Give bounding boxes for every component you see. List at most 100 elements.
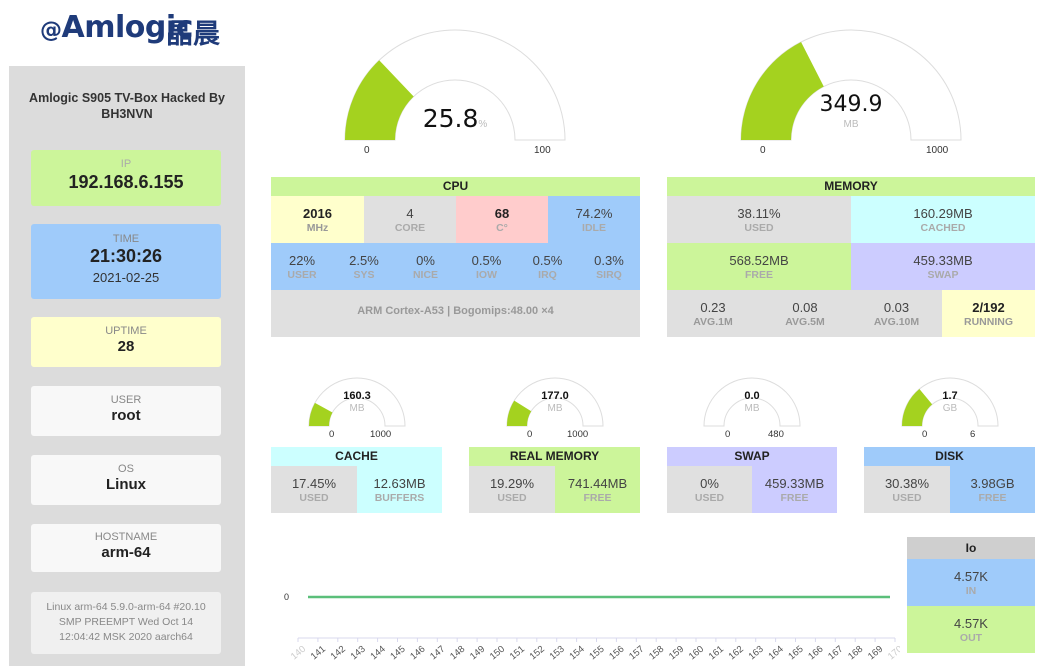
real-memory-panel: REAL MEMORY 19.29% USED 741.44MB FREE	[469, 447, 640, 513]
memory-free: 568.52MB FREE	[667, 243, 851, 290]
cpu-gauge	[344, 29, 566, 141]
user-value: root	[111, 407, 141, 424]
x-tick-label: 163	[747, 644, 766, 663]
cache-used: 17.45% USED	[271, 466, 357, 513]
disk-gauge-value: 1.7 GB	[942, 390, 958, 414]
uptime-label: UPTIME	[105, 325, 147, 337]
disk-gauge-min: 0	[922, 429, 928, 440]
io-out: 4.57K OUT	[907, 606, 1035, 653]
x-tick-label: 140	[289, 644, 308, 663]
y-tick-label: 0	[284, 592, 289, 602]
real-memory-header: REAL MEMORY	[469, 447, 640, 466]
x-tick-label: 151	[508, 644, 527, 663]
real-memory-used: 19.29% USED	[469, 466, 555, 513]
x-tick-label: 147	[428, 644, 447, 663]
cpu-user: 22% USER	[287, 253, 317, 281]
x-tick-label: 142	[329, 644, 348, 663]
kernel-card: Linux arm-64 5.9.0-arm-64 #20.10 SMP PRE…	[31, 592, 221, 654]
cpu-iow: 0.5% IOW	[471, 253, 502, 281]
real-memory-gauge-value: 177.0 MB	[541, 390, 569, 414]
disk-used: 30.38% USED	[864, 466, 950, 513]
disk-gauge-max: 6	[970, 429, 976, 440]
io-line-chart: 0 140 141 142 143 144 145 146 147 148 149 150 151 152…	[284, 592, 900, 663]
swap-panel: SWAP 0% USED 459.33MB FREE	[667, 447, 837, 513]
memory-gauge-min: 0	[760, 145, 766, 156]
os-card: OS Linux	[31, 455, 221, 505]
x-tick-label: 156	[607, 644, 626, 663]
logo-at: @	[40, 18, 62, 43]
memory-swap: 459.33MB SWAP	[851, 243, 1035, 290]
x-tick-label: 141	[309, 644, 328, 663]
cpu-gauge-min: 0	[364, 145, 370, 156]
os-value: Linux	[106, 476, 146, 493]
x-tick-label: 149	[468, 644, 487, 663]
x-tick-label: 159	[667, 644, 686, 663]
user-card: USER root	[31, 386, 221, 436]
cache-buffers: 12.63MB BUFFERS	[357, 466, 442, 513]
cache-panel: CACHE 17.45% USED 12.63MB BUFFERS	[271, 447, 442, 513]
x-tick-label: 153	[548, 644, 567, 663]
x-tick-label: 155	[587, 644, 606, 663]
load-avg-1m: 0.23 AVG.1M	[693, 300, 733, 328]
memory-used: 38.11% USED	[667, 196, 851, 243]
cpu-gauge-value: 25.8%	[422, 104, 488, 133]
uptime-card: UPTIME 28	[31, 317, 221, 367]
x-tick-label: 162	[727, 644, 746, 663]
user-label: USER	[110, 394, 142, 406]
x-tick-label: 157	[627, 644, 646, 663]
x-tick-label: 168	[846, 644, 865, 663]
x-tick-label: 158	[647, 644, 666, 663]
io-in: 4.57K IN	[907, 559, 1035, 606]
real-memory-free: 741.44MB FREE	[555, 466, 640, 513]
disk-panel: DISK 30.38% USED 3.98GB FREE	[864, 447, 1035, 513]
sidebar: Amlogic S905 TV-Box Hacked By BH3NVN IP …	[9, 66, 245, 666]
cache-header: CACHE	[271, 447, 442, 466]
real-memory-gauge-max: 1000	[567, 429, 589, 440]
device-title: Amlogic S905 TV-Box Hacked By BH3NVN	[29, 91, 225, 121]
time-value: 21:30:26	[89, 246, 163, 266]
ip-label: IP	[120, 158, 132, 170]
cpu-cores: 4 CORE	[364, 196, 456, 243]
cpu-gauge-max: 100	[534, 145, 551, 156]
load-avg-5m: 0.08 AVG.5M	[785, 300, 825, 328]
memory-gauge-max: 1000	[926, 145, 949, 156]
cpu-header: CPU	[271, 177, 640, 196]
x-tick-label: 170	[886, 644, 900, 663]
x-tick-label: 152	[528, 644, 547, 663]
running-procs: 2/192 RUNNING	[942, 290, 1035, 337]
time-label: TIME	[112, 233, 140, 245]
load-avg-10m: 0.03 AVG.10M	[873, 300, 920, 328]
cpu-idle: 74.2% IDLE	[548, 196, 640, 243]
cpu-irq: 0.5% IRQ	[532, 253, 563, 281]
x-tick-label: 164	[766, 644, 785, 663]
cpu-sirq: 0.3% SIRQ	[594, 253, 624, 281]
os-label: OS	[118, 463, 134, 475]
hostname-value: arm-64	[101, 544, 151, 561]
cpu-panel: CPU 2016 MHz 4 CORE 68 C° 74.2% IDLE 22%…	[271, 177, 640, 337]
date-value: 2021-02-25	[92, 270, 160, 285]
memory-header: MEMORY	[667, 177, 1035, 196]
x-tick-label: 150	[488, 644, 507, 663]
logo-chinese: 晶晨	[166, 19, 220, 50]
cpu-sys: 2.5% SYS	[349, 253, 379, 281]
x-tick-label: 161	[707, 644, 726, 663]
real-memory-gauge-min: 0	[527, 429, 533, 440]
swap-gauge-max: 480	[768, 429, 784, 440]
time-card: TIME 21:30:26 2021-02-25	[31, 224, 221, 299]
x-tick-label: 143	[349, 644, 368, 663]
hostname-label: HOSTNAME	[94, 531, 158, 543]
disk-header: DISK	[864, 447, 1035, 466]
x-tick-label: 148	[448, 644, 467, 663]
swap-used: 0% USED	[667, 466, 752, 513]
x-tick-label: 160	[687, 644, 706, 663]
swap-gauge-value: 0.0 MB	[744, 390, 760, 414]
x-tick-label: 154	[567, 644, 586, 663]
cache-gauge-value: 160.3 MB	[343, 390, 371, 414]
cpu-model: ARM Cortex-A53 | Bogomips:48.00 ×4	[271, 290, 640, 337]
swap-header: SWAP	[667, 447, 837, 466]
ip-value: 192.168.6.155	[68, 172, 184, 192]
x-tick-label: 144	[368, 644, 387, 663]
cache-gauge-min: 0	[329, 429, 335, 440]
cpu-freq: 2016 MHz	[271, 196, 364, 243]
x-tick-label: 167	[826, 644, 845, 663]
